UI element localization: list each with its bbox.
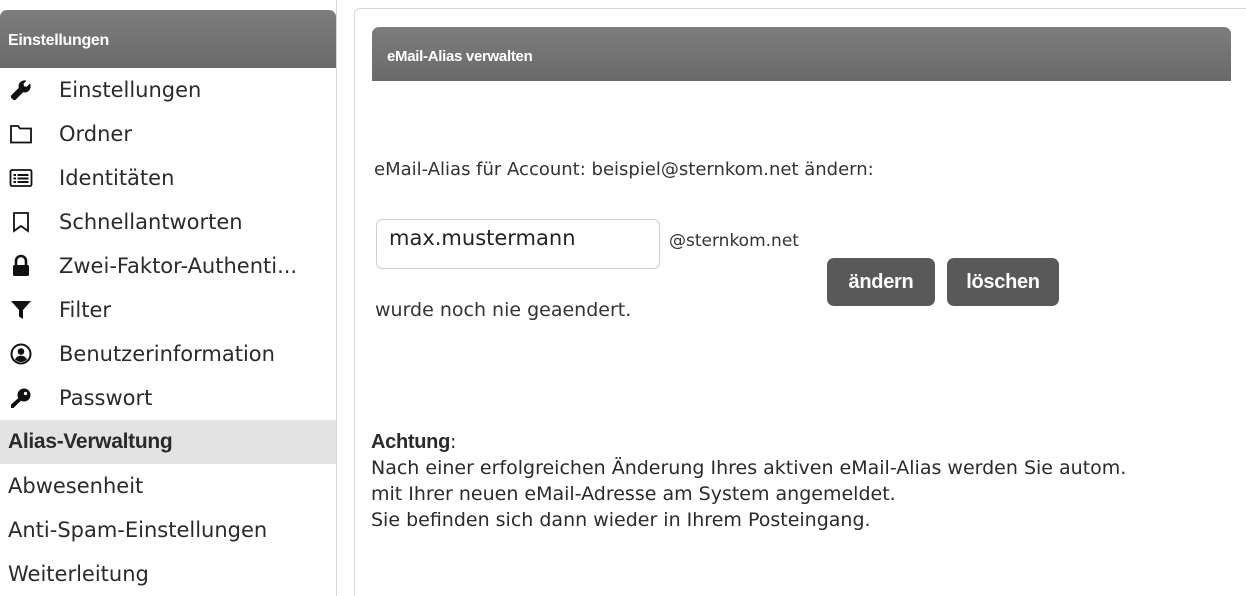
sidebar-item-label: Abwesenheit [8,474,144,498]
settings-sidebar: Einstellungen Einstellungen Ordner Ident… [0,0,337,596]
domain-suffix: @sternkom.net [669,231,799,251]
sidebar-item-label: Ordner [59,122,132,146]
sidebar-item-label: Benutzerinformation [59,342,275,366]
settings-menu: Einstellungen Ordner Identitäten Schnell… [0,68,336,596]
status-text: wurde noch nie geaendert. [375,299,632,321]
sidebar-item-zwei-faktor[interactable]: Zwei-Faktor-Authenti... [0,244,336,288]
folder-icon [9,122,33,146]
filter-icon [9,298,33,322]
account-line: eMail-Alias für Account: beispiel@sternk… [374,159,874,180]
sidebar-item-einstellungen[interactable]: Einstellungen [0,68,336,112]
sidebar-item-label: Zwei-Faktor-Authenti... [59,254,298,278]
delete-button[interactable]: löschen [947,258,1059,306]
notice: Achtung: Nach einer erfolgreichen Änderu… [371,429,1241,533]
sidebar-item-label: Weiterleitung [8,562,149,586]
sidebar-item-label: Einstellungen [59,78,202,102]
sidebar-item-benutzerinformation[interactable]: Benutzerinformation [0,332,336,376]
sidebar-item-anti-spam[interactable]: Anti-Spam-Einstellungen [0,508,336,552]
sidebar-item-passwort[interactable]: Passwort [0,376,336,420]
sidebar-item-label: Schnellantworten [59,210,243,234]
notice-colon: : [450,431,457,453]
sidebar-item-alias-verwaltung[interactable]: Alias-Verwaltung [0,420,336,464]
bookmark-icon [9,210,33,234]
sidebar-item-label: Passwort [59,386,153,410]
sidebar-item-label: Anti-Spam-Einstellungen [8,518,268,542]
lock-icon [9,254,33,278]
sidebar-item-weiterleitung[interactable]: Weiterleitung [0,552,336,596]
notice-heading: Achtung: [371,429,1241,455]
sidebar-header: Einstellungen [0,10,336,68]
panel-title: eMail-Alias verwalten [372,27,1231,81]
sidebar-item-label: Alias-Verwaltung [8,430,173,453]
alias-panel: eMail-Alias verwalten eMail-Alias für Ac… [354,8,1246,596]
notice-line: Sie befinden sich dann wieder in Ihrem P… [371,509,871,531]
notice-line: mit Ihrer neuen eMail-Adresse am System … [371,483,896,505]
notice-line: Nach einer erfolgreichen Änderung Ihres … [371,457,1127,479]
sidebar-item-label: Identitäten [59,166,175,190]
key-icon [9,386,33,410]
wrench-icon [9,78,33,102]
sidebar-item-label: Filter [59,298,112,322]
alias-input[interactable]: max.mustermann [376,219,660,269]
change-button[interactable]: ändern [827,258,935,306]
user-circle-icon [9,342,33,366]
sidebar-item-schnellantworten[interactable]: Schnellantworten [0,200,336,244]
id-card-icon [9,166,33,190]
sidebar-item-filter[interactable]: Filter [0,288,336,332]
notice-title: Achtung [371,431,450,453]
sidebar-item-identitaeten[interactable]: Identitäten [0,156,336,200]
sidebar-item-abwesenheit[interactable]: Abwesenheit [0,464,336,508]
sidebar-item-ordner[interactable]: Ordner [0,112,336,156]
